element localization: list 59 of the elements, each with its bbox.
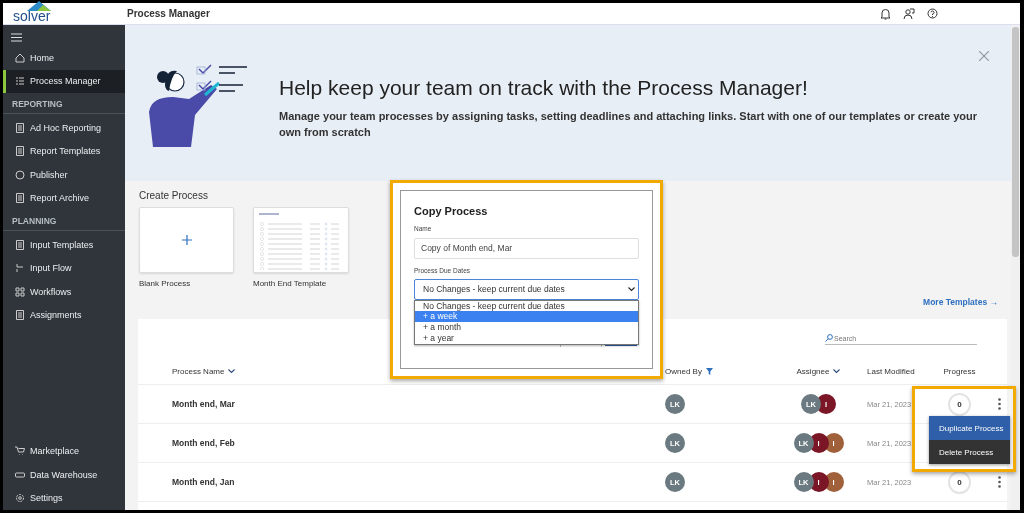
- menu-item[interactable]: Duplicate Process: [929, 416, 1010, 440]
- column-header[interactable]: Last Modified: [867, 367, 915, 376]
- search-icon: [825, 334, 833, 342]
- more-templates-link[interactable]: More Templates →: [923, 297, 998, 307]
- report-icon: [15, 122, 25, 133]
- name-field[interactable]: Copy of Month end, Mar: [414, 237, 639, 259]
- plus-icon: [181, 235, 192, 245]
- banner-text: Manage your team processes by assigning tasks, setting deadlines and attaching links. Start with one of our templates or create your own from scratch: [279, 109, 979, 140]
- column-header[interactable]: Process Name: [172, 367, 225, 376]
- help-icon[interactable]: [927, 8, 938, 19]
- column-header[interactable]: Owned By: [665, 367, 702, 376]
- sidebar-item[interactable]: Settings: [3, 486, 125, 510]
- filter-icon[interactable]: [705, 368, 713, 375]
- home-icon: [15, 52, 25, 63]
- due-dates-select[interactable]: No Changes - keep current due dates: [414, 278, 639, 300]
- sidebar-item[interactable]: Publisher: [3, 163, 125, 187]
- sidebar-item[interactable]: Ad Hoc Reporting: [3, 116, 125, 140]
- sidebar-item[interactable]: Report Archive: [3, 186, 125, 210]
- column-header[interactable]: Assignee: [796, 367, 830, 376]
- template-label[interactable]: Month End Template: [253, 279, 349, 288]
- process-name[interactable]: Month end, Feb: [172, 438, 235, 448]
- dropdown-option[interactable]: No Changes - keep current due dates: [415, 300, 638, 312]
- process-name[interactable]: Month end, Jan: [172, 477, 235, 487]
- dropdown-option[interactable]: + a month: [415, 322, 638, 333]
- banner-title: Help keep your team on track with the Process Manager!: [279, 76, 809, 100]
- sidebar-item[interactable]: Input Templates: [3, 233, 125, 257]
- menu-item[interactable]: Delete Process: [929, 440, 1010, 464]
- more-options-icon[interactable]: [997, 398, 1001, 410]
- sidebar-item[interactable]: Marketplace: [3, 439, 125, 463]
- logo-text: solver: [13, 9, 51, 23]
- document-icon: [15, 146, 25, 157]
- scrollbar[interactable]: [1011, 25, 1020, 510]
- dialog-title: Copy Process: [414, 205, 489, 217]
- sidebar-item[interactable]: Report Templates: [3, 139, 125, 163]
- dropdown-option[interactable]: + a week: [415, 311, 638, 323]
- template-label[interactable]: Blank Process: [139, 279, 234, 288]
- menu-icon[interactable]: [11, 33, 22, 42]
- chevron-down-icon: [628, 286, 635, 292]
- chevron-down-icon[interactable]: [833, 369, 841, 374]
- sidebar-item[interactable]: Assignments: [3, 303, 125, 327]
- chat-user-icon[interactable]: [903, 7, 915, 20]
- gear-icon: [15, 493, 25, 504]
- page-title: Process Manager: [127, 8, 210, 19]
- section-title: Create Process: [139, 190, 209, 201]
- sidebar-item[interactable]: Process Manager: [3, 69, 125, 93]
- bell-icon[interactable]: [880, 7, 891, 20]
- progress-ring: 0: [948, 470, 971, 494]
- column-header[interactable]: Progress: [943, 367, 976, 376]
- grid-icon: [15, 286, 25, 297]
- dropdown-option[interactable]: + a year: [415, 332, 638, 344]
- process-name[interactable]: Month end, Mar: [172, 399, 235, 409]
- sidebar-item[interactable]: Home: [3, 46, 125, 70]
- chevron-down-icon[interactable]: [228, 369, 236, 374]
- drive-icon: [15, 469, 25, 480]
- cart-icon: [15, 446, 25, 457]
- sidebar-item[interactable]: Workflows: [3, 280, 125, 304]
- more-options-icon[interactable]: [997, 476, 1001, 488]
- sidebar-item[interactable]: Input Flow: [3, 256, 125, 280]
- sidebar-item[interactable]: Data Warehouse: [3, 463, 125, 487]
